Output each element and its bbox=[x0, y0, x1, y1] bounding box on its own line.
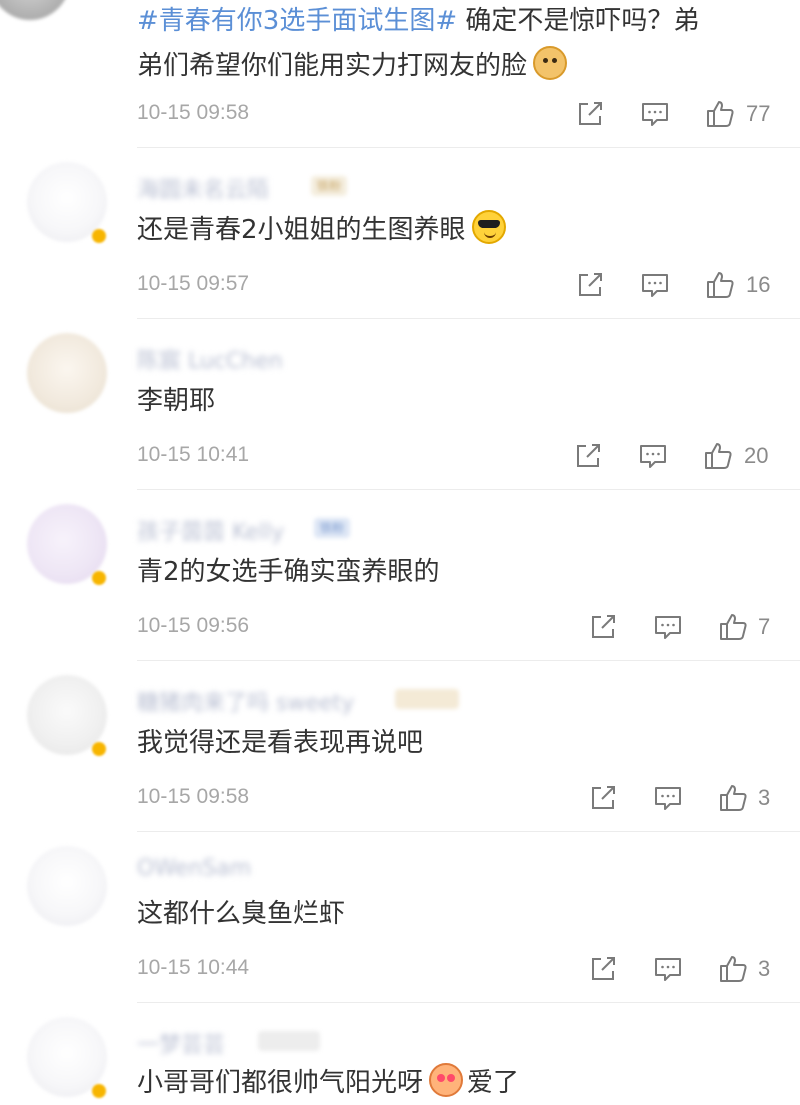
share-icon[interactable] bbox=[575, 270, 605, 300]
share-icon[interactable] bbox=[573, 441, 603, 471]
comment-text-content: 弟们希望你们能用实力打网友的脸 bbox=[137, 51, 528, 81]
username[interactable]: 孩子茵茵 Kelly bbox=[137, 514, 284, 546]
comment-icon[interactable] bbox=[653, 783, 683, 813]
comment-text-line1: 确定不是惊吓吗？弟 bbox=[457, 6, 700, 36]
comment-icon[interactable] bbox=[653, 612, 683, 642]
doge-emoji-icon bbox=[533, 46, 568, 80]
avatar[interactable] bbox=[27, 846, 107, 926]
comment-text-line2: 弟们希望你们能用实力打网友的脸 bbox=[137, 46, 777, 86]
comment-text: 小哥哥们都很帅气阳光呀 爱了 bbox=[137, 1063, 777, 1103]
comment-icon[interactable] bbox=[653, 954, 683, 984]
comment-text-content: 小哥哥们都很帅气阳光呀 bbox=[137, 1068, 424, 1098]
share-icon[interactable] bbox=[588, 612, 618, 642]
comment-text: 我觉得还是看表现再说吧 bbox=[137, 723, 777, 763]
comment-text-suffix: 爱了 bbox=[467, 1068, 520, 1098]
comment-text: #青春有你3选手面试生图# 确定不是惊吓吗？弟 bbox=[137, 1, 777, 41]
share-icon[interactable] bbox=[588, 783, 618, 813]
like-count: 3 bbox=[758, 956, 771, 981]
fan-badge: 铁粉 bbox=[311, 176, 348, 196]
divider bbox=[137, 831, 800, 832]
comment-time: 10-15 10:41 bbox=[137, 443, 250, 466]
fan-badge-icon bbox=[395, 689, 459, 709]
divider bbox=[137, 660, 800, 661]
comment-time: 10-15 09:58 bbox=[137, 101, 250, 124]
like-icon[interactable] bbox=[718, 954, 748, 984]
username[interactable]: 陈宸 LucChen bbox=[137, 343, 283, 375]
vip-badge-icon bbox=[92, 571, 106, 585]
like-icon[interactable] bbox=[718, 783, 748, 813]
comment-text-content: 我觉得还是看表现再说吧 bbox=[137, 728, 424, 758]
vip-badge-icon bbox=[92, 229, 106, 243]
like-count: 77 bbox=[746, 101, 771, 126]
like-count: 7 bbox=[758, 614, 771, 639]
like-icon[interactable] bbox=[703, 441, 733, 471]
hashtag-link[interactable]: #青春有你3选手面试生图# bbox=[137, 6, 457, 36]
divider bbox=[137, 489, 800, 490]
comment-text: 青2的女选手确实蛮养眼的 bbox=[137, 552, 777, 592]
divider bbox=[137, 147, 800, 148]
comment-text: 这都什么臭鱼烂虾 bbox=[137, 894, 777, 934]
love-emoji-icon bbox=[429, 1063, 464, 1097]
username[interactable]: 糖猪肉来了吗 sweety bbox=[137, 685, 354, 717]
username[interactable]: OWenSam bbox=[137, 856, 251, 881]
fan-badge-icon bbox=[258, 1031, 320, 1051]
divider bbox=[137, 1002, 800, 1003]
comment-text-content: 青2的女选手确实蛮养眼的 bbox=[137, 557, 440, 587]
avatar[interactable] bbox=[0, 0, 70, 20]
comment-time: 10-15 09:56 bbox=[137, 614, 250, 637]
share-icon[interactable] bbox=[575, 99, 605, 129]
comment-text-content: 这都什么臭鱼烂虾 bbox=[137, 899, 346, 929]
vip-badge-icon bbox=[92, 742, 106, 756]
like-count: 3 bbox=[758, 785, 771, 810]
like-count: 16 bbox=[746, 272, 771, 297]
comment-icon[interactable] bbox=[640, 99, 670, 129]
share-icon[interactable] bbox=[588, 954, 618, 984]
comment-icon[interactable] bbox=[638, 441, 668, 471]
like-icon[interactable] bbox=[718, 612, 748, 642]
vip-badge-icon bbox=[92, 1084, 106, 1098]
username[interactable]: 海圆未名云陌 bbox=[137, 172, 269, 204]
comment-text: 李朝耶 bbox=[137, 381, 777, 421]
username[interactable]: 一梦芸芸 bbox=[137, 1027, 225, 1059]
like-icon[interactable] bbox=[705, 99, 735, 129]
comment-time: 10-15 10:44 bbox=[137, 956, 250, 979]
comment-text: 还是青春2小姐姐的生图养眼 bbox=[137, 210, 777, 250]
like-count: 20 bbox=[744, 443, 769, 468]
like-icon[interactable] bbox=[705, 270, 735, 300]
cool-emoji-icon bbox=[471, 210, 506, 244]
comment-text-content: 李朝耶 bbox=[137, 386, 216, 416]
comment-time: 10-15 09:57 bbox=[137, 272, 250, 295]
comment-icon[interactable] bbox=[640, 270, 670, 300]
comment-time: 10-15 09:58 bbox=[137, 785, 250, 808]
avatar[interactable] bbox=[27, 333, 107, 413]
fan-badge: 铁粉 bbox=[314, 518, 351, 538]
divider bbox=[137, 318, 800, 319]
comment-text-content: 还是青春2小姐姐的生图养眼 bbox=[137, 215, 466, 245]
